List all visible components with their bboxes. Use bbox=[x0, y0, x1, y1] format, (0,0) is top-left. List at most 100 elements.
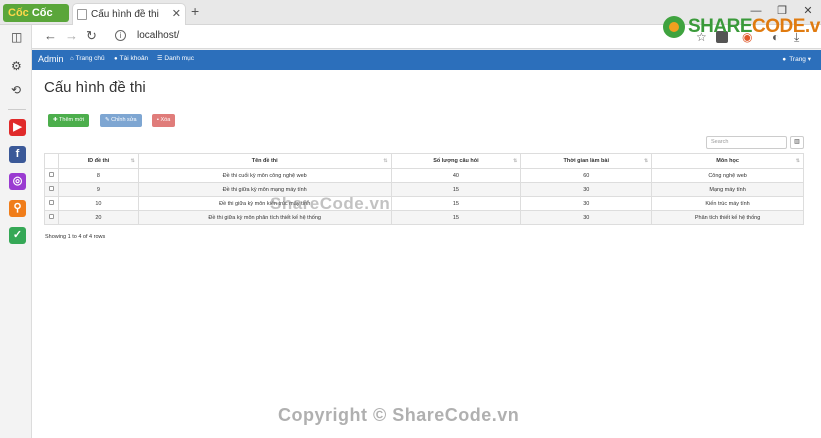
columns-toggle-icon[interactable]: ▥ bbox=[790, 136, 804, 149]
cell-subject: Phân tích thiết kế hệ thống bbox=[651, 210, 804, 225]
instagram-icon[interactable]: ◎ bbox=[9, 173, 26, 190]
row-checkbox-cell[interactable] bbox=[44, 182, 59, 197]
nav-user-menu[interactable]: ● Trang ▾ bbox=[782, 55, 811, 63]
column-header-question-count-label: Số lượng câu hỏi bbox=[433, 158, 479, 164]
exam-config-table: ID đề thi ⇅ Tên đề thi ⇅ Số lượng câu hỏi ⇅… bbox=[44, 153, 804, 225]
user-menu-icon: ● bbox=[782, 56, 787, 63]
pagination-info: Showing 1 to 4 of 4 rows bbox=[45, 234, 106, 240]
nav-user-label: Trang ▾ bbox=[789, 56, 811, 63]
nav-item-home[interactable]: ⌂ Trang chủ bbox=[70, 55, 105, 62]
row-checkbox-cell[interactable] bbox=[44, 196, 59, 211]
add-button[interactable]: ✚ Thêm mới bbox=[48, 114, 90, 127]
back-icon[interactable]: ← bbox=[44, 28, 57, 43]
search-app-icon[interactable]: ⚲ bbox=[9, 200, 26, 217]
top-navbar: Admin ⌂ Trang chủ ● Tài khoản ☰ Danh mục ● T… bbox=[32, 50, 821, 70]
sharecode-logo: SHARECODE.vn bbox=[663, 14, 821, 40]
column-header-id-label: ID đề thi bbox=[87, 158, 110, 164]
edit-button[interactable]: ✎ Chỉnh sửa bbox=[100, 114, 142, 127]
cell-subject: Công nghệ web bbox=[651, 168, 804, 183]
table-row[interactable]: 9 Đề thi giữa kỳ môn mạng máy tính 15 30… bbox=[44, 182, 804, 197]
cell-name: Đề thi cuối kỳ môn công nghệ web bbox=[137, 168, 392, 183]
edit-button-label: Chỉnh sửa bbox=[111, 117, 137, 123]
add-button-label: Thêm mới bbox=[59, 117, 85, 123]
nav-item-account[interactable]: ● Tài khoản bbox=[114, 55, 148, 62]
sort-icon: ⇅ bbox=[643, 158, 649, 164]
cell-id: 8 bbox=[57, 168, 139, 183]
cell-duration: 30 bbox=[520, 210, 653, 225]
sidebar-divider bbox=[8, 109, 26, 110]
column-header-name[interactable]: Tên đề thi ⇅ bbox=[137, 153, 392, 169]
youtube-icon[interactable]: ▶ bbox=[9, 119, 26, 136]
delete-button-label: Xóa bbox=[160, 117, 171, 123]
row-checkbox-cell[interactable] bbox=[44, 210, 59, 225]
address-bar[interactable]: i localhost/ bbox=[108, 28, 653, 46]
column-header-duration[interactable]: Thời gian làm bài ⇅ bbox=[520, 153, 653, 169]
search-input[interactable]: Search bbox=[706, 136, 787, 149]
user-icon: ● bbox=[114, 56, 118, 62]
cell-question-count: 15 bbox=[390, 210, 522, 225]
cell-subject: Mạng máy tính bbox=[651, 182, 804, 197]
watermark-copyright: Copyright © ShareCode.vn bbox=[278, 405, 520, 425]
tab-close-icon[interactable]: ✕ bbox=[172, 7, 181, 20]
tab-title: Cấu hình đề thi bbox=[91, 9, 159, 20]
row-checkbox-cell[interactable] bbox=[44, 168, 59, 183]
logo-share: SHARE bbox=[688, 16, 753, 37]
sort-icon: ⇅ bbox=[383, 158, 388, 164]
browser-sidebar: ◫ ⚙ ⟲ ▶ f ◎ ⚲ ✓ bbox=[0, 25, 32, 438]
cell-duration: 60 bbox=[520, 168, 653, 183]
sharecode-mark-icon bbox=[663, 16, 685, 38]
facebook-icon[interactable]: f bbox=[9, 146, 26, 163]
column-header-id[interactable]: ID đề thi ⇅ bbox=[57, 153, 139, 169]
sidebar-panel-icon[interactable]: ◫ bbox=[11, 30, 22, 44]
new-tab-button[interactable]: + bbox=[191, 3, 199, 19]
watermark-middle: ShareCode.vn bbox=[270, 194, 391, 213]
coccoc-logo[interactable]: Cốc Cốc bbox=[3, 4, 69, 22]
nav-item-category[interactable]: ☰ Danh mục bbox=[157, 55, 194, 62]
table-header-row: ID đề thi ⇅ Tên đề thi ⇅ Số lượng câu hỏi ⇅… bbox=[44, 153, 804, 169]
row-checkbox[interactable] bbox=[48, 186, 54, 191]
row-checkbox[interactable] bbox=[48, 172, 54, 177]
shield-app-icon[interactable]: ✓ bbox=[9, 227, 26, 244]
navbar-brand[interactable]: Admin bbox=[38, 54, 64, 64]
forward-icon[interactable]: → bbox=[65, 28, 78, 43]
column-header-subject[interactable]: Môn học ⇅ bbox=[651, 153, 804, 169]
column-header-question-count[interactable]: Số lượng câu hỏi ⇅ bbox=[390, 153, 522, 169]
sort-icon: ⇅ bbox=[513, 158, 518, 164]
reload-icon[interactable]: ↻ bbox=[86, 28, 97, 44]
column-header-subject-label: Môn học bbox=[716, 158, 739, 164]
cell-duration: 30 bbox=[520, 196, 653, 211]
row-checkbox[interactable] bbox=[48, 214, 54, 219]
select-all-header bbox=[44, 153, 59, 169]
logo-code: CODE.vn bbox=[752, 16, 821, 37]
table-row[interactable]: 8 Đề thi cuối kỳ môn công nghệ web 40 60… bbox=[44, 168, 804, 183]
nav-label-home: Trang chủ bbox=[75, 55, 105, 62]
sort-icon: ⇅ bbox=[130, 158, 135, 164]
list-icon: ☰ bbox=[157, 56, 163, 62]
sharecode-logo-text: SHARECODE.vn bbox=[688, 16, 821, 38]
nav-label-category: Danh mục bbox=[164, 55, 195, 62]
logo-text-b: Cốc bbox=[31, 7, 53, 19]
cell-question-count: 40 bbox=[390, 168, 522, 183]
page-icon bbox=[77, 9, 87, 20]
cell-subject: Kiến trúc máy tính bbox=[651, 196, 804, 211]
settings-icon[interactable]: ⚙ bbox=[11, 59, 22, 73]
table-row[interactable]: 20 Đề thi giữa kỳ môn phân tích thiết kế… bbox=[44, 210, 804, 225]
cell-id: 9 bbox=[57, 182, 139, 197]
table-row[interactable]: 10 Đề thi giữa kỳ môn kiến trúc máy tính… bbox=[44, 196, 804, 211]
cell-question-count: 15 bbox=[390, 182, 522, 197]
cell-question-count: 15 bbox=[390, 196, 522, 211]
cell-duration: 30 bbox=[520, 182, 653, 197]
page-title: Cấu hình đề thi bbox=[44, 79, 146, 96]
cell-id: 20 bbox=[57, 210, 139, 225]
web-page: Admin ⌂ Trang chủ ● Tài khoản ☰ Danh mục ● T… bbox=[32, 50, 821, 438]
browser-tab[interactable]: Cấu hình đề thi ✕ bbox=[72, 3, 186, 25]
history-icon[interactable]: ⟲ bbox=[11, 83, 21, 97]
nav-label-account: Tài khoản bbox=[119, 55, 149, 62]
info-icon[interactable]: i bbox=[115, 30, 126, 41]
sort-icon: ⇅ bbox=[795, 158, 800, 164]
row-checkbox[interactable] bbox=[48, 200, 54, 205]
logo-text-a: Cốc bbox=[8, 7, 29, 19]
url-text[interactable]: localhost/ bbox=[137, 30, 179, 41]
delete-button[interactable]: ▪ Xóa bbox=[152, 114, 176, 127]
home-icon: ⌂ bbox=[70, 56, 74, 62]
